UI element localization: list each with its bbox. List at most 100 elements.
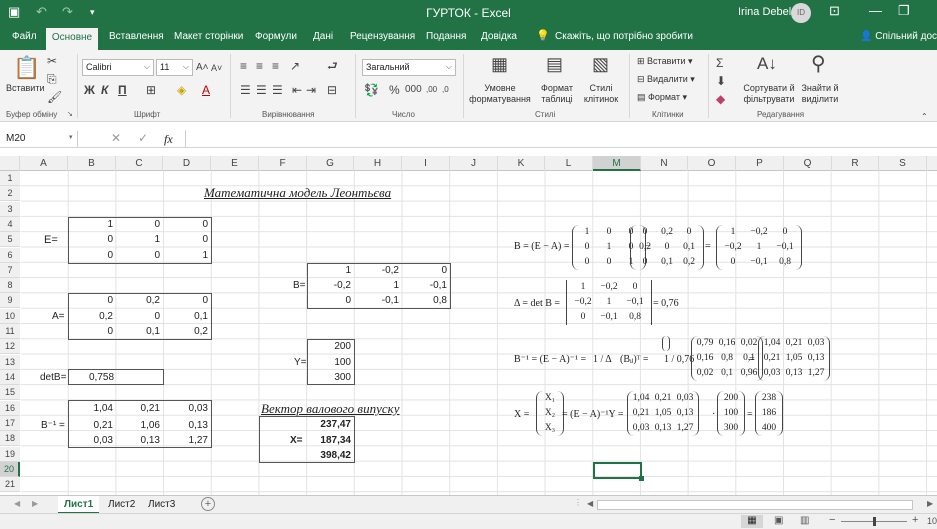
fill-color-icon[interactable]: ◈ (177, 83, 186, 97)
restore-icon[interactable]: ❐ (898, 3, 910, 19)
A-cell[interactable]: 0,2 (163, 324, 211, 339)
column-header[interactable]: P (736, 156, 784, 171)
sheet-tab[interactable]: Лист3 (142, 496, 181, 514)
column-header[interactable]: O (688, 156, 736, 171)
tab-file[interactable]: Файл (12, 31, 37, 42)
zoom-slider-thumb[interactable] (873, 517, 876, 526)
scroll-right-icon[interactable]: ▶ (32, 499, 38, 508)
row-header[interactable]: 17 (0, 416, 20, 431)
merge-center-icon[interactable]: ⊟ (327, 83, 337, 97)
tab-review[interactable]: Рецензування (350, 31, 415, 42)
Y-cell[interactable]: 200 (307, 339, 354, 354)
Binv-cell[interactable]: 0,03 (68, 433, 116, 448)
sheet-tab[interactable]: Лист2 (102, 496, 141, 514)
format-as-table-icon[interactable]: ▤ (546, 54, 563, 74)
E-cell[interactable]: 0 (116, 248, 163, 263)
insert-function-button[interactable]: fx (164, 132, 173, 147)
E-cell[interactable]: 0 (116, 217, 163, 232)
E-cell[interactable]: 0 (68, 248, 116, 263)
row-header[interactable]: 18 (0, 431, 20, 446)
tell-me-input[interactable]: Скажіть, що потрібно зробити (555, 31, 693, 42)
align-center-icon[interactable]: ☰ (256, 83, 267, 97)
font-size-select[interactable]: 11 ⌵ (156, 59, 193, 76)
align-middle-icon[interactable]: ≡ (256, 59, 263, 73)
format-painter-icon[interactable]: 🖌 (47, 90, 62, 104)
search-icon[interactable]: ⚲ (811, 53, 826, 75)
percent-icon[interactable]: % (389, 83, 400, 97)
grow-font-icon[interactable]: A˄ (196, 61, 209, 75)
E-cell[interactable]: 0 (163, 217, 211, 232)
A-cell[interactable]: 0,1 (116, 324, 163, 339)
hscroll-left-icon[interactable]: ◀ (587, 499, 593, 508)
Binv-cell[interactable]: 0,21 (68, 418, 116, 433)
collapse-ribbon-icon[interactable]: ⌃ (921, 110, 928, 124)
share-button[interactable]: 👤 Спільний доступ (860, 31, 937, 42)
A-cell[interactable]: 0 (68, 293, 116, 308)
column-header[interactable]: N (641, 156, 688, 171)
column-header[interactable]: G (307, 156, 354, 171)
sheet-tab-active[interactable]: Лист1 (58, 496, 100, 514)
horizontal-scrollbar[interactable] (597, 500, 913, 510)
cut-icon[interactable]: ✂ (47, 54, 57, 68)
row-header[interactable]: 13 (0, 355, 20, 370)
orientation-icon[interactable]: ↗ (290, 59, 300, 73)
A-cell[interactable]: 0 (116, 309, 163, 324)
scroll-left-icon[interactable]: ◀ (14, 499, 20, 508)
ribbon-display-icon[interactable]: ⊡ (829, 3, 840, 19)
Y-cell[interactable]: 300 (307, 370, 354, 385)
conditional-formatting-button[interactable]: Умовне форматування (468, 83, 532, 105)
column-header[interactable]: S (879, 156, 927, 171)
dialog-launcher-icon[interactable]: ↘ (67, 110, 73, 118)
B-cell[interactable]: -0,1 (402, 278, 450, 293)
fill-icon[interactable]: ⬇ (716, 74, 726, 88)
A-cell[interactable]: 0,2 (116, 293, 163, 308)
row-header[interactable]: 10 (0, 309, 20, 324)
column-header[interactable]: A (20, 156, 68, 171)
row-header[interactable]: 1 (0, 171, 20, 186)
name-box[interactable]: M20 (3, 131, 78, 147)
chevron-down-icon[interactable]: ▾ (69, 133, 73, 141)
shrink-font-icon[interactable]: A˅ (211, 61, 222, 75)
column-header[interactable]: C (116, 156, 163, 171)
selected-cell[interactable] (593, 462, 642, 479)
E-cell[interactable]: 1 (116, 232, 163, 247)
column-header-selected[interactable]: M (593, 156, 641, 171)
B-cell[interactable]: 1 (307, 263, 354, 278)
tab-formulas[interactable]: Формули (255, 31, 297, 42)
column-header[interactable]: E (211, 156, 259, 171)
formula-input[interactable] (185, 130, 937, 147)
avatar[interactable]: ID (791, 3, 811, 23)
page-layout-view-icon[interactable]: ▣ (774, 515, 783, 526)
Y-cell[interactable]: 100 (307, 355, 354, 370)
accounting-format-icon[interactable]: 💱 (364, 83, 379, 97)
fill-handle[interactable] (639, 476, 644, 481)
A-cell[interactable]: 0,1 (163, 309, 211, 324)
row-header[interactable]: 15 (0, 385, 20, 400)
minimize-icon[interactable]: — (869, 3, 882, 18)
insert-cells-button[interactable]: ⊞ Вставити ▾ (637, 56, 693, 67)
hscroll-right-icon[interactable]: ▶ (927, 499, 933, 508)
number-format-select[interactable]: Загальний ⌵ (362, 59, 456, 76)
E-cell[interactable]: 0 (163, 232, 211, 247)
cancel-icon[interactable]: ✕ (111, 131, 121, 145)
E-cell[interactable]: 0 (68, 232, 116, 247)
column-header[interactable]: H (354, 156, 402, 171)
row-header[interactable]: 4 (0, 217, 20, 232)
X-cell[interactable]: 398,42 (307, 448, 354, 463)
tab-data[interactable]: Дані (313, 31, 333, 42)
borders-icon[interactable]: ⊞ (146, 83, 156, 97)
cell-styles-button[interactable]: Стилі клітинок (580, 83, 622, 105)
tab-page-layout[interactable]: Макет сторінки (174, 31, 243, 42)
row-header[interactable]: 14 (0, 370, 20, 385)
E-cell[interactable]: 1 (68, 217, 116, 232)
Binv-cell[interactable]: 1,06 (116, 418, 163, 433)
align-left-icon[interactable]: ☰ (240, 83, 251, 97)
wrap-text-icon[interactable]: ⮐ (327, 59, 338, 73)
user-name[interactable]: Irina Debela (738, 6, 797, 18)
A-cell[interactable]: 0 (68, 324, 116, 339)
A-cell[interactable]: 0,2 (68, 309, 116, 324)
paste-icon[interactable]: 📋 (13, 56, 40, 80)
increase-indent-icon[interactable]: ⇥ (306, 83, 316, 97)
align-right-icon[interactable]: ☰ (272, 83, 283, 97)
column-header[interactable]: L (545, 156, 593, 171)
